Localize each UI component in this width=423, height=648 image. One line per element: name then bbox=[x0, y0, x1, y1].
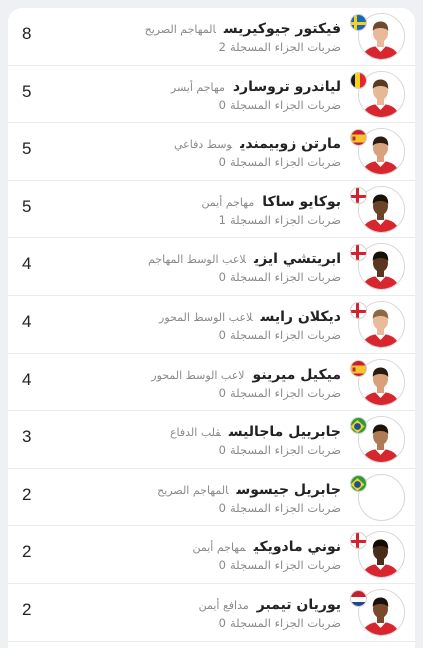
player-title-line: ابريتشي ايزي لاعب الوسط المهاجم bbox=[148, 248, 341, 267]
england-flag-icon bbox=[350, 301, 367, 319]
player-row[interactable]: بوكايو ساكا مهاجم أيمن ضربات الجزاء المسجل… bbox=[8, 181, 415, 239]
player-row[interactable]: فيكتور جيوكيريسالمهاجم الصريح ضربات الجزا… bbox=[8, 8, 415, 66]
penalties-label: ضربات الجزاء المسجلة bbox=[229, 500, 341, 515]
player-position: وسط دفاعي bbox=[174, 138, 233, 152]
player-position: المهاجم الصريح bbox=[144, 23, 216, 36]
penalties-label: ضربات الجزاء المسجلة bbox=[229, 40, 341, 54]
player-score: 2 bbox=[22, 599, 32, 619]
player-score: 4 bbox=[22, 311, 32, 331]
sweden-flag-icon bbox=[350, 14, 367, 31]
penalties-line: ضربات الجزاء المسجلة0 bbox=[219, 443, 341, 457]
player-row[interactable]: نوني مادويكي مهاجم أيمن ضربات الجزاء المسج… bbox=[8, 526, 415, 584]
player-title-line: ميكيل ميرينو لاعب الوسط المحور bbox=[151, 364, 341, 383]
penalties-label: ضربات الجزاء المسجلة bbox=[229, 558, 341, 573]
spain-flag-icon bbox=[350, 359, 367, 377]
penalties-line: ضربات الجزاء المسجلة0 bbox=[219, 270, 341, 284]
penalties-label: ضربات الجزاء المسجلة bbox=[229, 385, 341, 400]
player-score: 4 bbox=[22, 369, 32, 389]
penalties-count: 0 bbox=[218, 155, 226, 170]
penalties-count: 0 bbox=[218, 327, 226, 342]
penalties-count: 0 bbox=[218, 558, 226, 573]
player-position: مهاجم أيسر bbox=[170, 80, 225, 94]
player-position: لاعب الوسط المحور bbox=[159, 310, 253, 324]
penalties-line: ضربات الجزاء المسجلة0 bbox=[219, 98, 341, 112]
penalties-label: ضربات الجزاء المسجلة bbox=[229, 155, 341, 170]
player-score: 2 bbox=[22, 484, 32, 504]
player-score: 5 bbox=[22, 139, 32, 159]
player-list-card: فيكتور جيوكيريسالمهاجم الصريح ضربات الجزا… bbox=[8, 8, 415, 648]
player-title-line: ديكلان رايس لاعب الوسط المحور bbox=[159, 306, 341, 325]
player-score: 8 bbox=[22, 24, 32, 43]
player-title-line: بوكايو ساكا مهاجم أيمن bbox=[201, 191, 341, 210]
penalties-line: ضربات الجزاء المسجلة1 bbox=[219, 213, 341, 227]
penalties-line: ضربات الجزاء المسجلة0 bbox=[219, 616, 341, 630]
player-position: لاعب الوسط المحور bbox=[151, 368, 245, 382]
player-name: فيكتور جيوكيريس bbox=[223, 21, 341, 37]
player-score: 5 bbox=[22, 81, 32, 101]
player-name: ميكيل ميرينو bbox=[252, 366, 341, 383]
player-row[interactable]: يوريان تيمبر مدافع أيمن ضربات الجزاء المسج… bbox=[8, 584, 415, 642]
penalties-line: ضربات الجزاء المسجلة0 bbox=[219, 328, 341, 342]
player-position: مدافع أيمن bbox=[198, 598, 249, 612]
netherlands-flag-icon bbox=[350, 589, 367, 607]
penalties-label: ضربات الجزاء المسجلة bbox=[229, 270, 341, 285]
player-name: ابريتشي ايزي bbox=[253, 251, 341, 268]
penalties-label: ضربات الجزاء المسجلة bbox=[229, 615, 341, 630]
player-name: مارتن زوبيمندي bbox=[240, 136, 341, 153]
penalties-label: ضربات الجزاء المسجلة bbox=[229, 212, 341, 227]
player-row[interactable]: جابريل جيسوسالمهاجم الصريح ضربات الجزاء ا… bbox=[8, 469, 415, 527]
player-row[interactable]: جابرييل ماجاليس قلب الدفاع ضربات الجزاء ال… bbox=[8, 411, 415, 469]
player-title-line: جابريل جيسوس المهاجم الصريح bbox=[157, 479, 341, 498]
player-name: ديكلان رايس bbox=[260, 308, 341, 325]
player-score: 4 bbox=[22, 254, 32, 274]
player-title-line: نوني مادويكي مهاجم أيمن bbox=[192, 536, 341, 555]
player-row[interactable]: لياندرو تروسارد مهاجم أيسر ضربات الجزاء ال… bbox=[8, 66, 415, 124]
player-row[interactable]: مارتن زوبيمندي وسط دفاعي ضربات الجزاء المس… bbox=[8, 123, 415, 181]
brazil-flag-icon bbox=[350, 474, 367, 492]
penalties-line: ضربات الجزاء المسجلة0 bbox=[219, 155, 341, 169]
player-title-line: مارتن زوبيمندي وسط دفاعي bbox=[174, 133, 341, 152]
penalties-count: 0 bbox=[218, 270, 226, 285]
belgium-flag-icon bbox=[350, 71, 367, 89]
player-row[interactable]: ابريتشي ايزي لاعب الوسط المهاجم ضربات الجز… bbox=[8, 238, 415, 296]
player-title-line: لياندرو تروسارد مهاجم أيسر bbox=[171, 76, 341, 95]
player-position: المهاجم الصريح bbox=[157, 483, 229, 497]
penalties-count: 0 bbox=[218, 500, 226, 515]
player-row[interactable]: ديكلان رايس لاعب الوسط المحور ضربات الجزاء… bbox=[8, 296, 415, 354]
player-name: بوكايو ساكا bbox=[262, 193, 341, 210]
penalties-label: ضربات الجزاء المسجلة bbox=[229, 443, 341, 458]
player-row[interactable]: ميكيل ميرينو لاعب الوسط المحور ضربات الجزا… bbox=[8, 354, 415, 412]
penalties-count: 0 bbox=[218, 443, 226, 458]
penalties-line: ضربات الجزاء المسجلة0 bbox=[219, 501, 341, 515]
penalties-label: ضربات الجزاء المسجلة bbox=[229, 97, 341, 112]
penalties-count: 0 bbox=[218, 97, 226, 112]
player-title-line: جابرييل ماجاليس قلب الدفاع bbox=[170, 421, 341, 440]
player-score: 5 bbox=[22, 196, 32, 216]
player-score: 2 bbox=[22, 542, 32, 562]
penalties-line: ضربات الجزاء المسجلة0 bbox=[219, 386, 341, 400]
penalties-line: ضربات الجزاء المسجلة2 bbox=[219, 40, 341, 54]
player-name: يوريان تيمبر bbox=[256, 596, 341, 613]
player-title-line: يوريان تيمبر مدافع أيمن bbox=[199, 594, 341, 613]
player-score: 3 bbox=[22, 427, 32, 447]
player-position: مهاجم أيمن bbox=[192, 541, 246, 555]
player-position: قلب الدفاع bbox=[169, 426, 221, 440]
penalties-count: 0 bbox=[218, 615, 226, 630]
penalties-count: 1 bbox=[218, 212, 226, 227]
penalties-line: ضربات الجزاء المسجلة0 bbox=[219, 558, 341, 572]
player-name: جابريل جيسوس bbox=[236, 481, 341, 498]
penalties-label: ضربات الجزاء المسجلة bbox=[229, 327, 341, 342]
penalties-count: 0 bbox=[218, 385, 226, 400]
player-name: نوني مادويكي bbox=[253, 539, 341, 556]
penalties-count: 2 bbox=[218, 40, 226, 54]
player-position: لاعب الوسط المهاجم bbox=[147, 253, 246, 267]
england-flag-icon bbox=[350, 186, 367, 204]
player-title-line: فيكتور جيوكيريس المهاجم الصريح bbox=[145, 18, 341, 37]
player-name: لياندرو تروسارد bbox=[232, 78, 341, 95]
player-position: مهاجم أيمن bbox=[201, 195, 255, 209]
player-name: جابرييل ماجاليس bbox=[228, 424, 341, 441]
